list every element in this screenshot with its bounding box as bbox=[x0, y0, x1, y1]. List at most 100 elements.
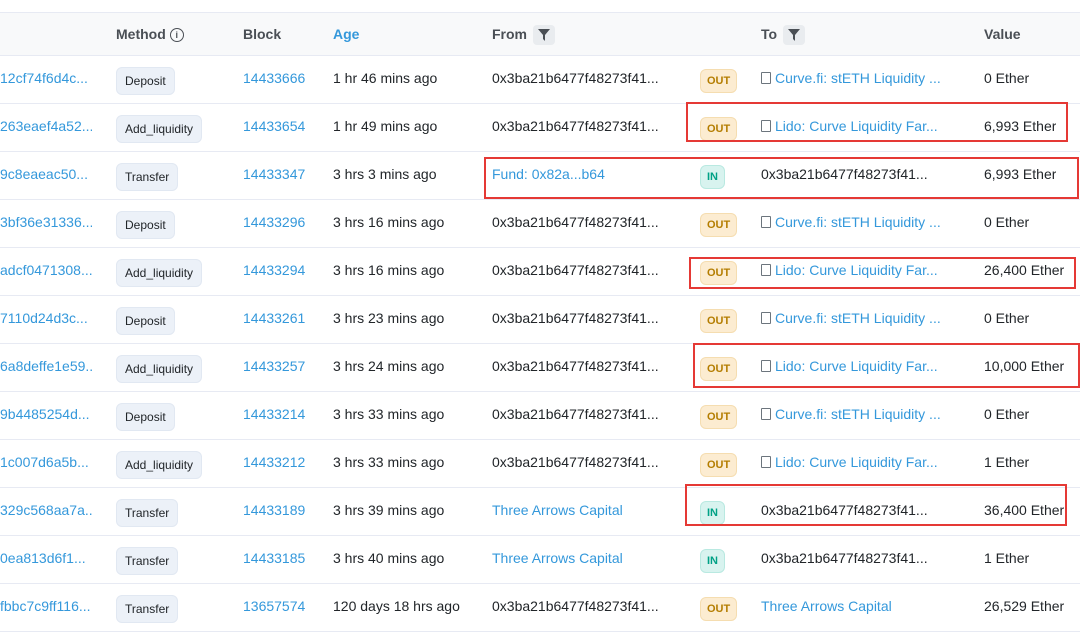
method-badge: Transfer bbox=[116, 499, 179, 527]
direction-badge: OUT bbox=[700, 213, 738, 237]
block-link[interactable]: 14433212 bbox=[243, 439, 305, 486]
to-address[interactable]: Three Arrows Capital bbox=[761, 583, 941, 630]
block-link[interactable]: 14433185 bbox=[243, 535, 305, 582]
to-address[interactable]: Curve.fi: stETH Liquidity ... bbox=[761, 391, 941, 438]
to-address-label: 0x3ba21b6477f48273f41... bbox=[761, 166, 928, 182]
from-address[interactable]: Three Arrows Capital bbox=[492, 487, 662, 534]
block-link[interactable]: 14433189 bbox=[243, 487, 305, 534]
method-badge: Add_liquidity bbox=[116, 355, 203, 383]
direction-badge: IN bbox=[700, 165, 725, 189]
to-address[interactable]: Lido: Curve Liquidity Far... bbox=[761, 343, 941, 390]
to-address[interactable]: Lido: Curve Liquidity Far... bbox=[761, 103, 941, 150]
txn-hash-link[interactable]: 329c568aa7a... bbox=[0, 487, 92, 534]
to-address-label: Lido: Curve Liquidity Far... bbox=[775, 454, 938, 470]
table-row: 9b4485254d... Deposit 14433214 3 hrs 33 min… bbox=[0, 391, 1080, 440]
age-text: 3 hrs 3 mins ago bbox=[333, 166, 437, 182]
column-header-age[interactable]: Age bbox=[333, 13, 359, 55]
from-address: 0x3ba21b6477f48273f41... bbox=[492, 454, 659, 470]
txn-hash-link[interactable]: 1c007d6a5b... bbox=[0, 439, 92, 486]
filter-icon[interactable] bbox=[783, 25, 806, 46]
contract-icon bbox=[761, 360, 771, 372]
direction-badge: OUT bbox=[700, 309, 738, 333]
method-badge: Transfer bbox=[116, 595, 179, 623]
from-header-label: From bbox=[492, 26, 527, 42]
column-header-value: Value bbox=[984, 26, 1021, 42]
txn-hash-link[interactable]: 3bf36e31336... bbox=[0, 199, 92, 246]
block-link[interactable]: 13657574 bbox=[243, 583, 305, 630]
value-text: 26,529 Ether bbox=[984, 598, 1065, 614]
direction-badge: OUT bbox=[700, 405, 738, 429]
block-link[interactable]: 14433347 bbox=[243, 151, 305, 198]
age-text: 120 days 18 hrs ago bbox=[333, 598, 460, 614]
block-link[interactable]: 14433294 bbox=[243, 247, 305, 294]
method-badge: Deposit bbox=[116, 403, 175, 431]
to-address-label: Lido: Curve Liquidity Far... bbox=[775, 358, 938, 374]
contract-icon bbox=[761, 312, 771, 324]
to-address-label: Curve.fi: stETH Liquidity ... bbox=[775, 214, 941, 230]
txn-hash-link[interactable]: adcf0471308... bbox=[0, 247, 92, 294]
txn-hash-link[interactable]: 0ea813d6f1... bbox=[0, 535, 92, 582]
from-address: 0x3ba21b6477f48273f41... bbox=[492, 598, 659, 614]
direction-badge: OUT bbox=[700, 117, 738, 141]
block-link[interactable]: 14433261 bbox=[243, 295, 305, 342]
txn-hash-link[interactable]: fbbc7c9ff116... bbox=[0, 583, 92, 630]
from-address[interactable]: Three Arrows Capital bbox=[492, 535, 662, 582]
table-row: 329c568aa7a... Transfer 14433189 3 hrs 39 m… bbox=[0, 487, 1080, 536]
table-row: fbbc7c9ff116... Transfer 13657574 120 days … bbox=[0, 583, 1080, 632]
table-row: 6a8deffe1e59... Add_liquidity 14433257 3 hr… bbox=[0, 343, 1080, 392]
txn-hash-link[interactable]: 7110d24d3c... bbox=[0, 295, 92, 342]
block-link[interactable]: 14433666 bbox=[243, 55, 305, 102]
to-address[interactable]: Lido: Curve Liquidity Far... bbox=[761, 439, 941, 486]
to-address: 0x3ba21b6477f48273f41... bbox=[761, 535, 941, 582]
from-address: 0x3ba21b6477f48273f41... bbox=[492, 310, 659, 326]
from-address: 0x3ba21b6477f48273f41... bbox=[492, 214, 659, 230]
table-row: 3bf36e31336... Deposit 14433296 3 hrs 16 mi… bbox=[0, 199, 1080, 248]
value-text: 6,993 Ether bbox=[984, 118, 1057, 134]
contract-icon bbox=[761, 456, 771, 468]
age-text: 3 hrs 23 mins ago bbox=[333, 310, 445, 326]
to-address-label: Curve.fi: stETH Liquidity ... bbox=[775, 310, 941, 326]
to-header-label: To bbox=[761, 26, 778, 42]
age-text: 3 hrs 16 mins ago bbox=[333, 214, 445, 230]
from-address[interactable]: Fund: 0x82a...b64 bbox=[492, 151, 662, 198]
table-header: Method i Block Age From To Value bbox=[0, 12, 1080, 56]
table-row: adcf0471308... Add_liquidity 14433294 3 hrs… bbox=[0, 247, 1080, 296]
value-text: 1 Ether bbox=[984, 454, 1030, 470]
txn-hash-link[interactable]: 263eaef4a52... bbox=[0, 103, 92, 150]
to-address-label: Curve.fi: stETH Liquidity ... bbox=[775, 70, 941, 86]
value-text: 0 Ether bbox=[984, 70, 1030, 86]
block-link[interactable]: 14433257 bbox=[243, 343, 305, 390]
table-row: 263eaef4a52... Add_liquidity 14433654 1 hr … bbox=[0, 103, 1080, 152]
to-address: 0x3ba21b6477f48273f41... bbox=[761, 487, 941, 534]
txn-hash-link[interactable]: 12cf74f6d4c... bbox=[0, 55, 92, 102]
txn-hash-link[interactable]: 9b4485254d... bbox=[0, 391, 92, 438]
to-address-label: Lido: Curve Liquidity Far... bbox=[775, 262, 938, 278]
to-address[interactable]: Lido: Curve Liquidity Far... bbox=[761, 247, 941, 294]
method-badge: Deposit bbox=[116, 307, 175, 335]
block-link[interactable]: 14433214 bbox=[243, 391, 305, 438]
age-text: 1 hr 46 mins ago bbox=[333, 70, 438, 86]
direction-badge: OUT bbox=[700, 69, 738, 93]
column-header-from: From bbox=[492, 13, 555, 55]
method-badge: Add_liquidity bbox=[116, 259, 203, 287]
block-link[interactable]: 14433654 bbox=[243, 103, 305, 150]
block-link[interactable]: 14433296 bbox=[243, 199, 305, 246]
info-icon[interactable]: i bbox=[169, 28, 184, 42]
contract-icon bbox=[761, 120, 771, 132]
contract-icon bbox=[761, 264, 771, 276]
from-address: 0x3ba21b6477f48273f41... bbox=[492, 118, 659, 134]
table-row: 9c8eaeac50... Transfer 14433347 3 hrs 3 min… bbox=[0, 151, 1080, 200]
to-address[interactable]: Curve.fi: stETH Liquidity ... bbox=[761, 199, 941, 246]
column-header-to: To bbox=[761, 13, 806, 55]
method-badge: Transfer bbox=[116, 547, 179, 575]
txn-hash-link[interactable]: 9c8eaeac50... bbox=[0, 151, 92, 198]
txn-hash-link[interactable]: 6a8deffe1e59... bbox=[0, 343, 92, 390]
age-text: 3 hrs 24 mins ago bbox=[333, 358, 445, 374]
age-text: 3 hrs 16 mins ago bbox=[333, 262, 445, 278]
value-text: 36,400 Ether bbox=[984, 502, 1065, 518]
direction-badge: OUT bbox=[700, 261, 738, 285]
filter-icon[interactable] bbox=[533, 25, 555, 46]
method-header-label: Method bbox=[116, 26, 166, 42]
to-address[interactable]: Curve.fi: stETH Liquidity ... bbox=[761, 55, 941, 102]
to-address[interactable]: Curve.fi: stETH Liquidity ... bbox=[761, 295, 941, 342]
